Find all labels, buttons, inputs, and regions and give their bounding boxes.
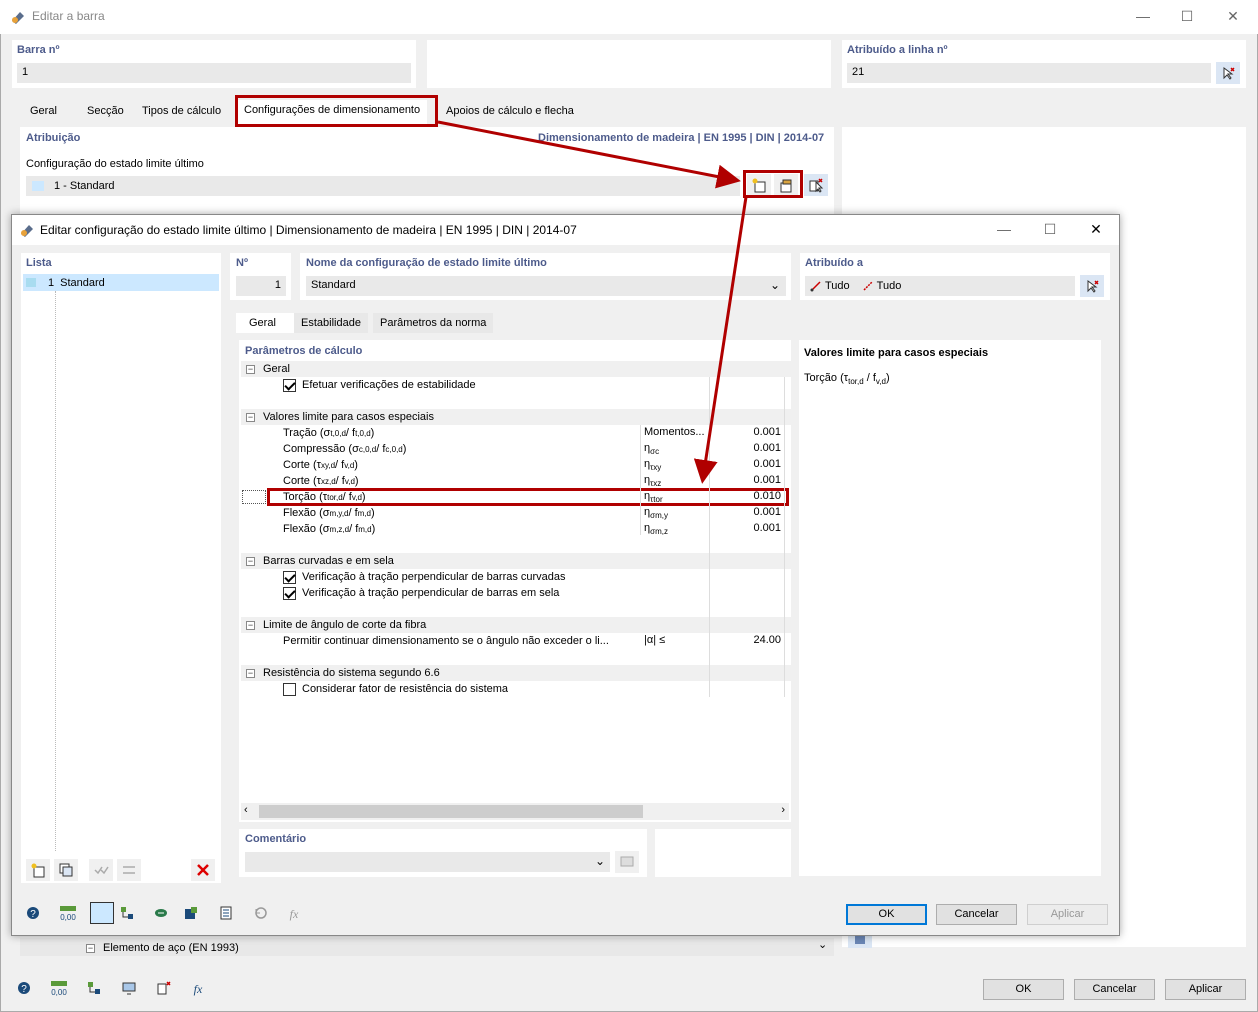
arrow-to-buttons <box>437 120 741 189</box>
annotation-arrows <box>437 120 748 484</box>
arrow-to-torcao <box>693 196 748 484</box>
